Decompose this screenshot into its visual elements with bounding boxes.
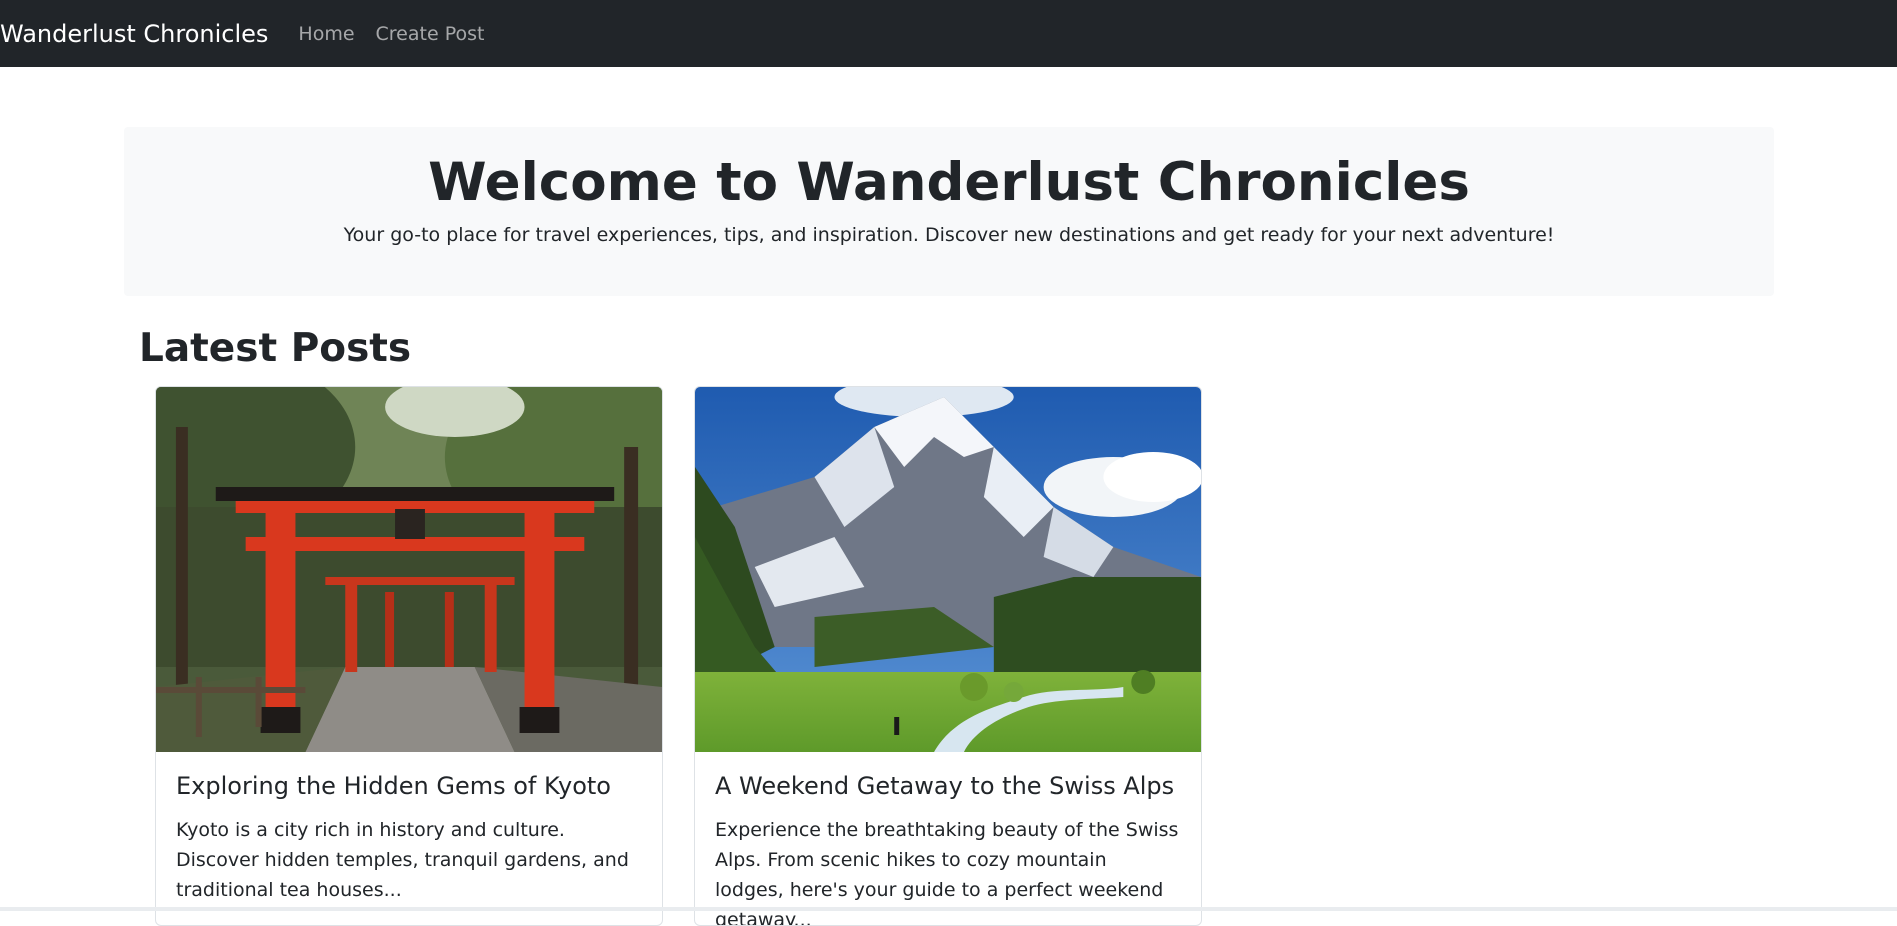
nav-link-create-post[interactable]: Create Post — [376, 23, 485, 45]
post-title[interactable]: A Weekend Getaway to the Swiss Alps — [715, 772, 1181, 801]
post-excerpt: Kyoto is a city rich in history and cult… — [176, 818, 629, 901]
nav-link-home[interactable]: Home — [298, 23, 354, 45]
hero-banner: Welcome to Wanderlust Chronicles Your go… — [124, 127, 1774, 296]
swiss-alps-image[interactable] — [695, 387, 1201, 752]
latest-posts-heading: Latest Posts — [139, 326, 412, 371]
kyoto-torii-image[interactable] — [156, 387, 662, 752]
bottom-divider — [0, 907, 1897, 911]
hero-title: Welcome to Wanderlust Chronicles — [428, 152, 1470, 213]
post-card-swiss-alps[interactable]: A Weekend Getaway to the Swiss Alps Expe… — [694, 386, 1202, 926]
brand-link[interactable]: Wanderlust Chronicles — [0, 20, 268, 48]
post-card-kyoto[interactable]: Exploring the Hidden Gems of Kyoto Kyoto… — [155, 386, 663, 926]
hero-subtitle: Your go-to place for travel experiences,… — [343, 223, 1555, 246]
post-title[interactable]: Exploring the Hidden Gems of Kyoto — [176, 772, 642, 801]
top-navbar: Wanderlust Chronicles Home Create Post — [0, 0, 1897, 67]
